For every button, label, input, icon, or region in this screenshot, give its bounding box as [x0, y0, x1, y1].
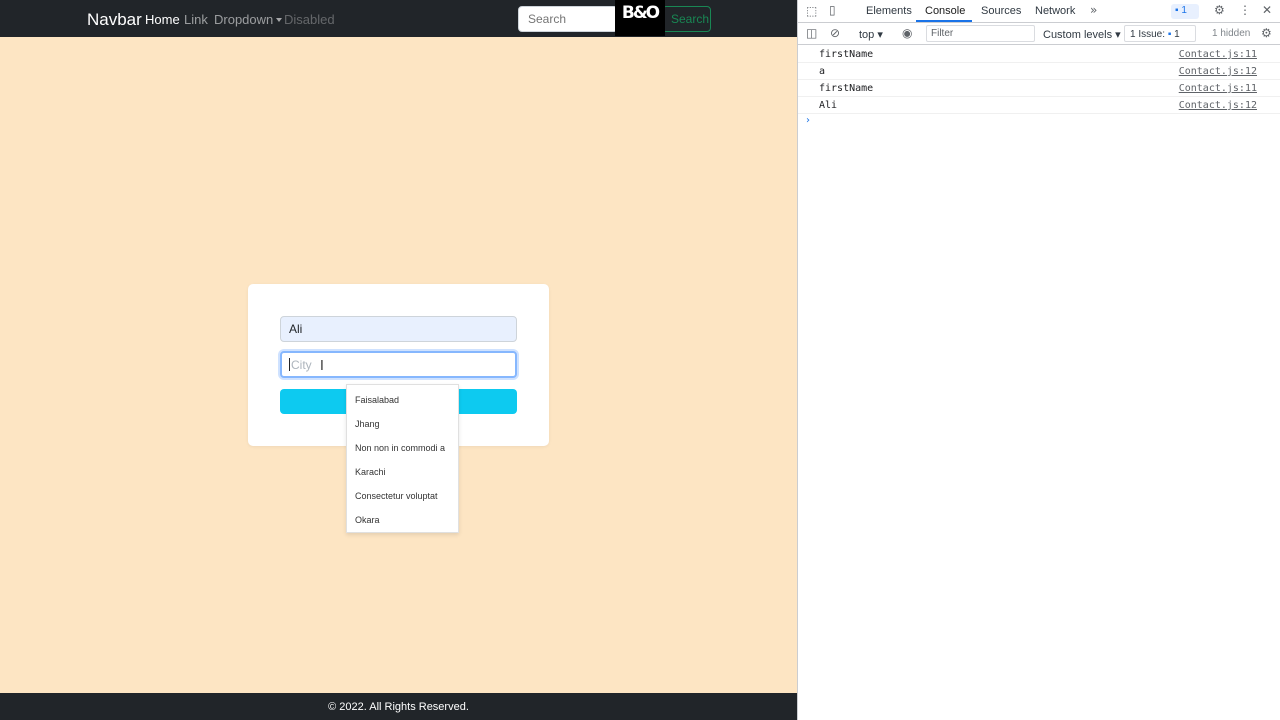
log-source-link[interactable]: Contact.js:11 — [1179, 49, 1257, 60]
console-log-row: firstName Contact.js:11 — [798, 80, 1280, 97]
issues-label: 1 Issue: — [1130, 29, 1166, 40]
navbar-brand[interactable]: Navbar — [87, 10, 142, 30]
inspect-element-icon[interactable]: ⬚ — [806, 4, 817, 18]
issues-counter[interactable]: 1 Issue: ▪ 1 — [1124, 25, 1196, 42]
tab-elements[interactable]: Elements — [866, 5, 912, 17]
ibeam-cursor-icon: I — [320, 359, 324, 374]
kebab-menu-icon[interactable]: ⋮ — [1239, 3, 1251, 17]
city-input[interactable]: City I — [280, 351, 517, 378]
nav-link-home[interactable]: Home — [145, 12, 180, 27]
caret-down-icon — [276, 18, 283, 22]
hidden-messages-count: 1 hidden — [1212, 28, 1251, 39]
text-caret — [289, 358, 290, 371]
message-count: 1 — [1181, 5, 1187, 16]
city-suggestions-list: Faisalabad Jhang Non non in commodi a Ka… — [346, 384, 459, 533]
navbar-search-input[interactable] — [518, 6, 618, 32]
issue-message-icon: ▪ — [1167, 29, 1172, 40]
suggestion-item[interactable]: Non non in commodi a — [355, 443, 445, 453]
tab-sources[interactable]: Sources — [981, 5, 1021, 17]
tab-console[interactable]: Console — [925, 5, 965, 17]
clear-console-icon[interactable]: ⊘ — [830, 26, 840, 40]
device-toolbar-icon[interactable]: ▯ — [829, 3, 836, 17]
console-settings-icon[interactable]: ⚙ — [1261, 26, 1272, 40]
first-name-input[interactable]: Ali — [280, 316, 517, 342]
log-message: firstName — [819, 49, 874, 60]
log-message: firstName — [819, 83, 874, 94]
gear-icon[interactable]: ⚙ — [1214, 3, 1225, 17]
tab-network[interactable]: Network — [1035, 5, 1075, 17]
eye-icon[interactable]: ◉ — [902, 26, 912, 40]
bo-logo: B&O — [615, 0, 665, 36]
sidebar-toggle-icon[interactable]: ◫ — [806, 26, 817, 40]
city-placeholder: City — [291, 358, 312, 372]
log-source-link[interactable]: Contact.js:12 — [1179, 100, 1257, 111]
suggestion-item[interactable]: Karachi — [355, 467, 386, 477]
log-message: a — [819, 66, 826, 77]
suggestion-item[interactable]: Jhang — [355, 419, 380, 429]
nav-link-link[interactable]: Link — [184, 12, 208, 27]
browser-viewport: Navbar Home Link Dropdown Disabled Searc… — [0, 0, 797, 720]
nav-link-disabled: Disabled — [284, 12, 335, 27]
close-icon[interactable]: ✕ — [1262, 3, 1272, 17]
context-value: top — [859, 29, 875, 41]
suggestion-item[interactable]: Consectetur voluptat — [355, 491, 438, 501]
devtools-panel: ⬚ ▯ Elements Console Sources Network » ▪… — [797, 0, 1280, 720]
suggestion-item[interactable]: Okara — [355, 515, 380, 525]
devtools-tab-bar: ⬚ ▯ Elements Console Sources Network » ▪… — [798, 0, 1280, 23]
console-log-row: a Contact.js:12 — [798, 63, 1280, 80]
console-prompt[interactable]: › — [806, 115, 810, 126]
issues-count: 1 — [1174, 29, 1180, 40]
nav-dropdown-label: Dropdown — [214, 12, 274, 27]
console-toolbar: ◫ ⊘ top ▾ ◉ Filter Custom levels ▾ 1 Iss… — [798, 23, 1280, 45]
context-select[interactable]: top ▾ — [859, 28, 883, 41]
log-levels-select[interactable]: Custom levels ▾ — [1043, 28, 1121, 41]
log-source-link[interactable]: Contact.js:11 — [1179, 83, 1257, 94]
log-source-link[interactable]: Contact.js:12 — [1179, 66, 1257, 77]
levels-value: Custom levels — [1043, 29, 1113, 41]
console-filter-input[interactable]: Filter — [926, 25, 1035, 42]
more-tabs-icon[interactable]: » — [1090, 3, 1097, 17]
navbar-search-button[interactable]: Search — [662, 6, 711, 32]
suggestion-item[interactable]: Faisalabad — [355, 395, 399, 405]
console-log-row: firstName Contact.js:11 — [798, 46, 1280, 63]
navbar: Navbar Home Link Dropdown Disabled Searc… — [0, 0, 797, 37]
footer: © 2022. All Rights Reserved. — [0, 693, 797, 720]
active-tab-indicator — [916, 20, 972, 22]
console-log-row: Ali Contact.js:12 — [798, 97, 1280, 114]
nav-dropdown[interactable]: Dropdown — [214, 12, 283, 27]
message-badge[interactable]: ▪ 1 — [1171, 4, 1199, 19]
log-message: Ali — [819, 100, 838, 111]
